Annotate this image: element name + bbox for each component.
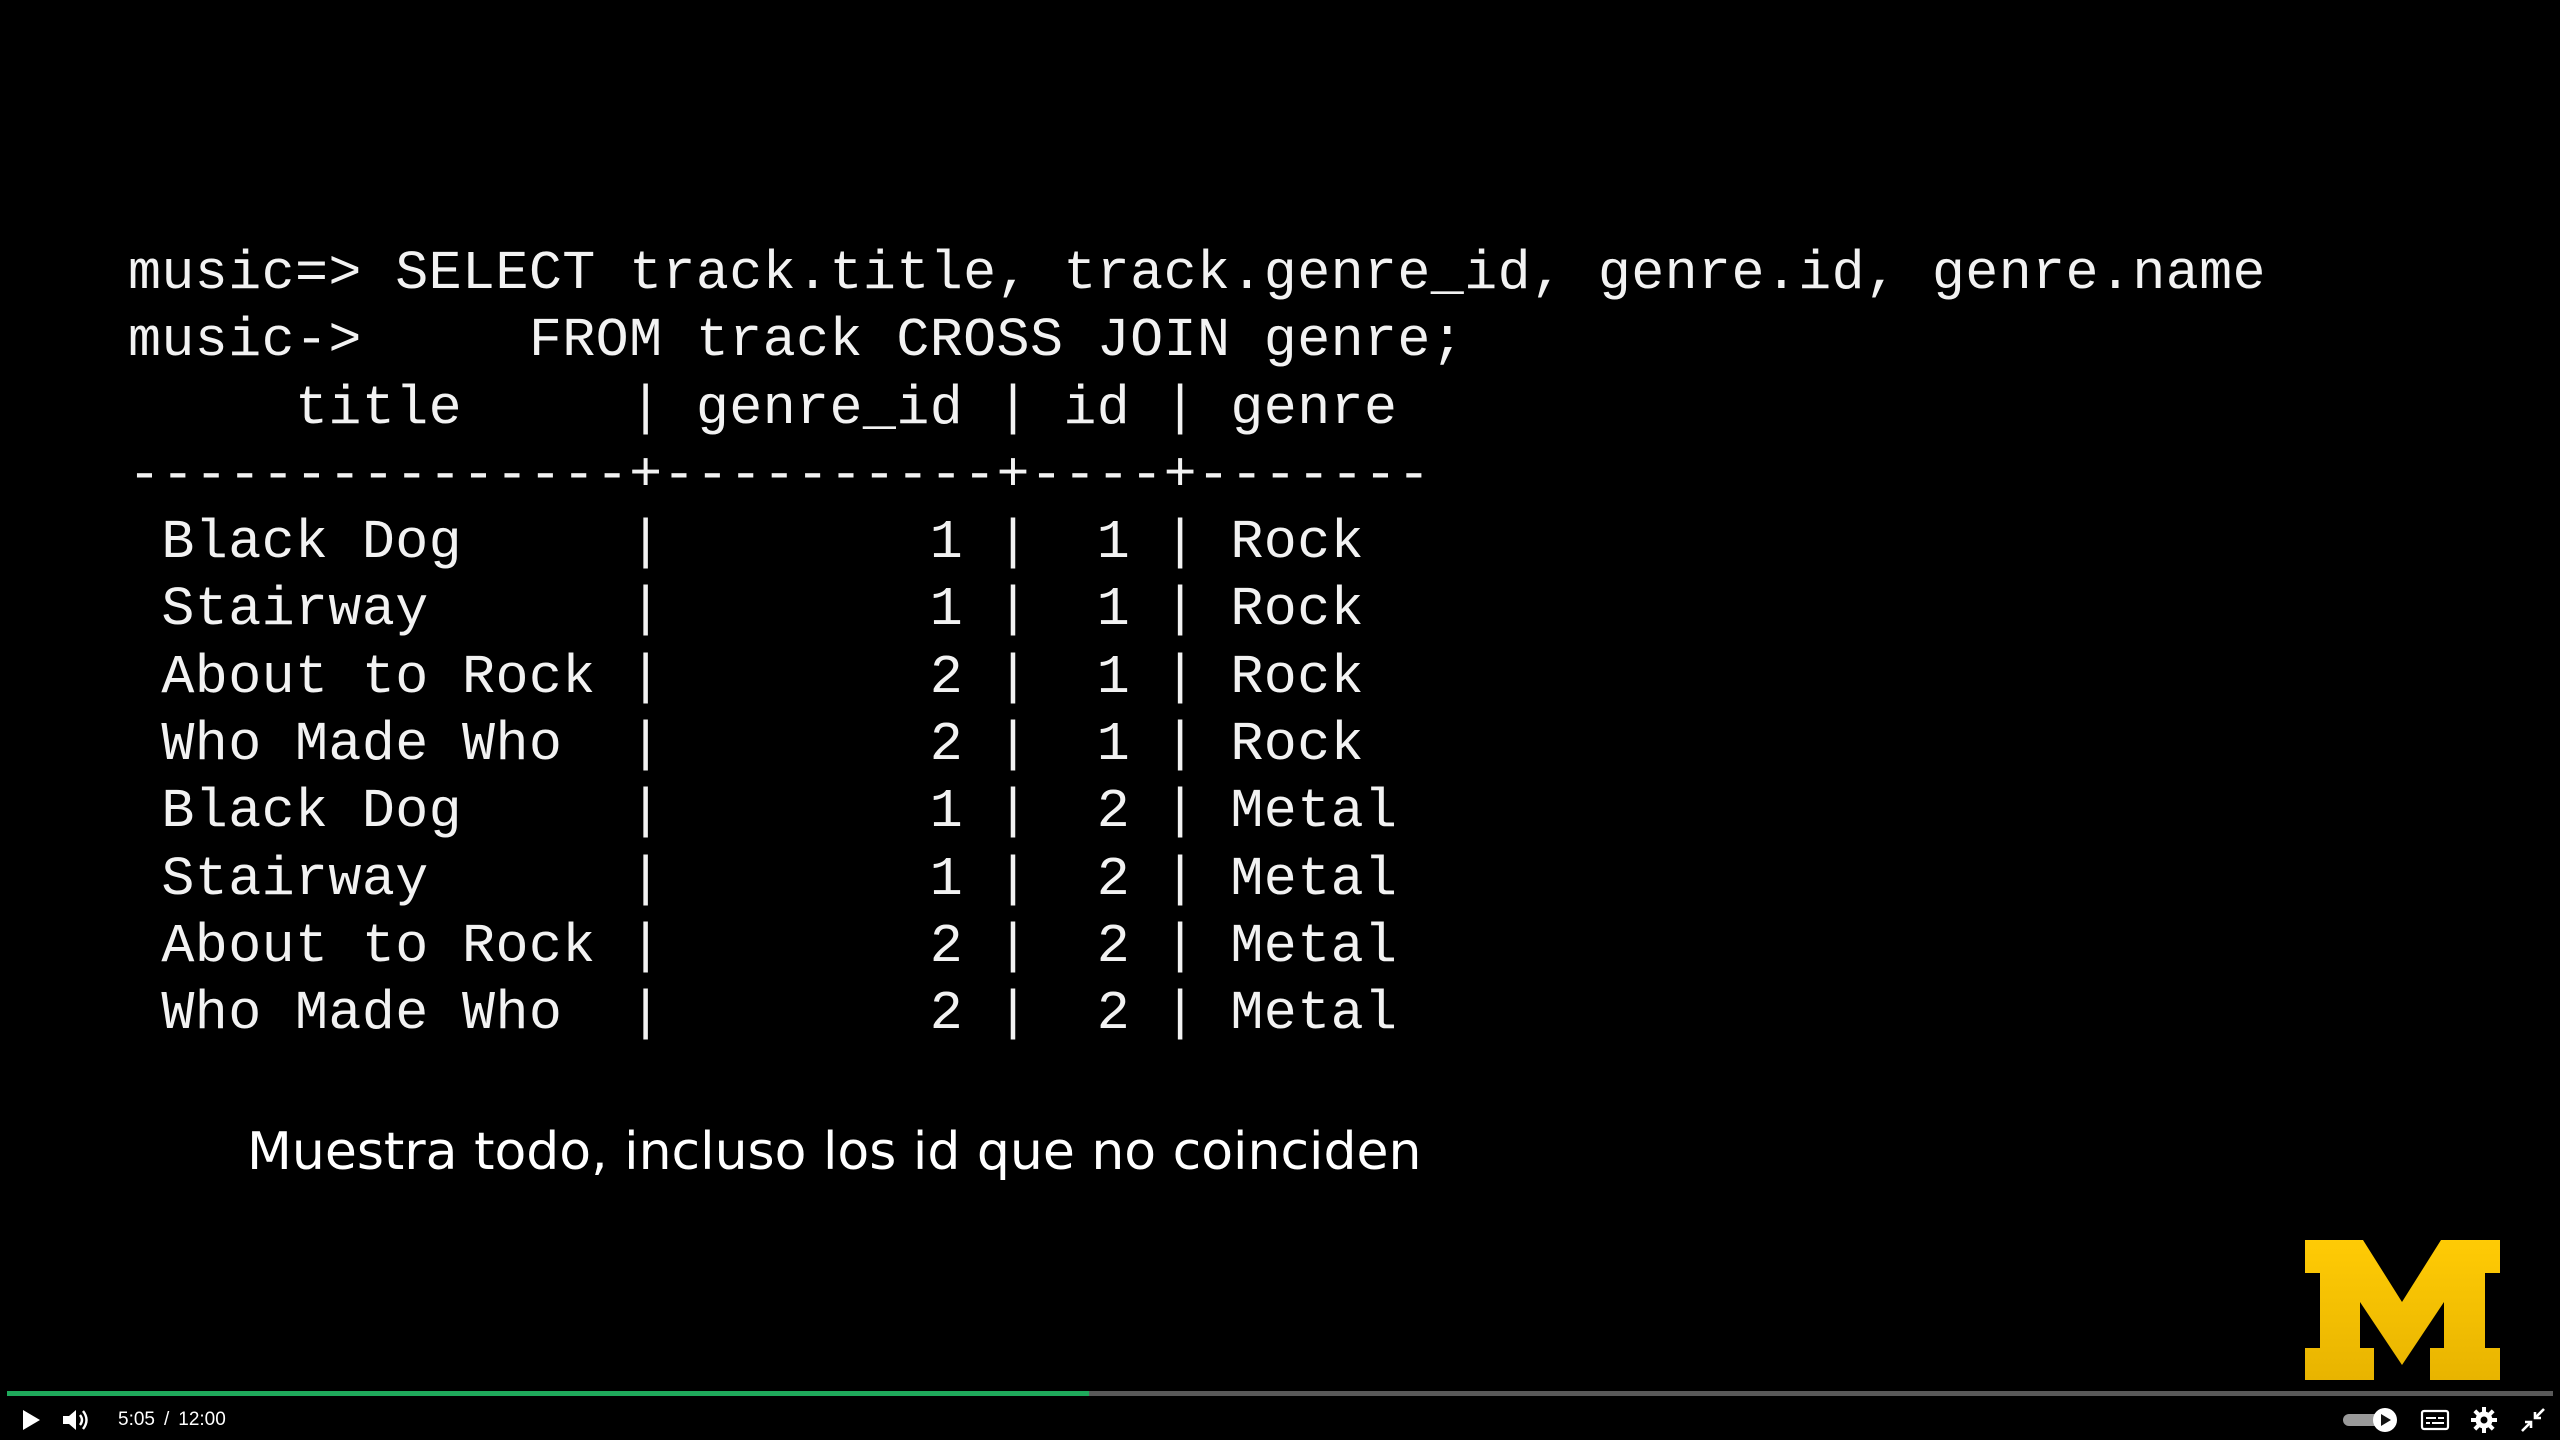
volume-button[interactable] bbox=[58, 1403, 94, 1437]
table-header-row: title | genre_id | id | genre bbox=[128, 376, 1398, 440]
gear-icon bbox=[2471, 1407, 2497, 1433]
captions-icon bbox=[2420, 1409, 2450, 1431]
progress-bar[interactable] bbox=[7, 1391, 2553, 1396]
exit-fullscreen-button[interactable] bbox=[2515, 1403, 2551, 1437]
table-row: Who Made Who | 2 | 2 | Metal bbox=[128, 982, 1398, 1046]
table-row: Who Made Who | 2 | 1 | Rock bbox=[128, 713, 1364, 777]
block-m-logo-icon bbox=[2305, 1240, 2500, 1380]
table-row: About to Rock | 2 | 2 | Metal bbox=[128, 914, 1398, 978]
autoplay-toggle-icon bbox=[2343, 1408, 2397, 1432]
duration: 12:00 bbox=[178, 1409, 226, 1430]
exit-fullscreen-icon bbox=[2521, 1408, 2545, 1432]
settings-button[interactable] bbox=[2466, 1403, 2502, 1437]
subtitle-caption: Muestra todo, incluso los id que no coin… bbox=[247, 1122, 1422, 1182]
time-separator: / bbox=[163, 1409, 170, 1430]
progress-bar-fill bbox=[7, 1391, 1090, 1396]
table-row: Stairway | 1 | 1 | Rock bbox=[128, 578, 1364, 642]
video-frame: music=> SELECT track.title, track.genre_… bbox=[0, 0, 2560, 1440]
table-row: About to Rock | 2 | 1 | Rock bbox=[128, 645, 1364, 709]
time-display: 5:05 / 12:00 bbox=[118, 1403, 226, 1437]
video-controls-bar: 5:05 / 12:00 bbox=[0, 1385, 2560, 1440]
autoplay-toggle[interactable] bbox=[2340, 1403, 2402, 1437]
terminal-line: music=> SELECT track.title, track.genre_… bbox=[128, 242, 2266, 305]
play-button[interactable] bbox=[14, 1403, 48, 1437]
play-icon bbox=[23, 1410, 40, 1430]
current-time: 5:05 bbox=[118, 1409, 155, 1430]
terminal-output: music=> SELECT track.title, track.genre_… bbox=[128, 240, 2266, 1048]
table-row: Black Dog | 1 | 2 | Metal bbox=[128, 780, 1398, 844]
table-divider: ---------------+----------+----+------- bbox=[128, 443, 1431, 507]
table-row: Black Dog | 1 | 1 | Rock bbox=[128, 511, 1364, 575]
terminal-line: music-> FROM track CROSS JOIN genre; bbox=[128, 309, 1465, 373]
table-row: Stairway | 1 | 2 | Metal bbox=[128, 847, 1398, 911]
volume-icon bbox=[63, 1410, 88, 1430]
captions-button[interactable] bbox=[2417, 1403, 2453, 1437]
